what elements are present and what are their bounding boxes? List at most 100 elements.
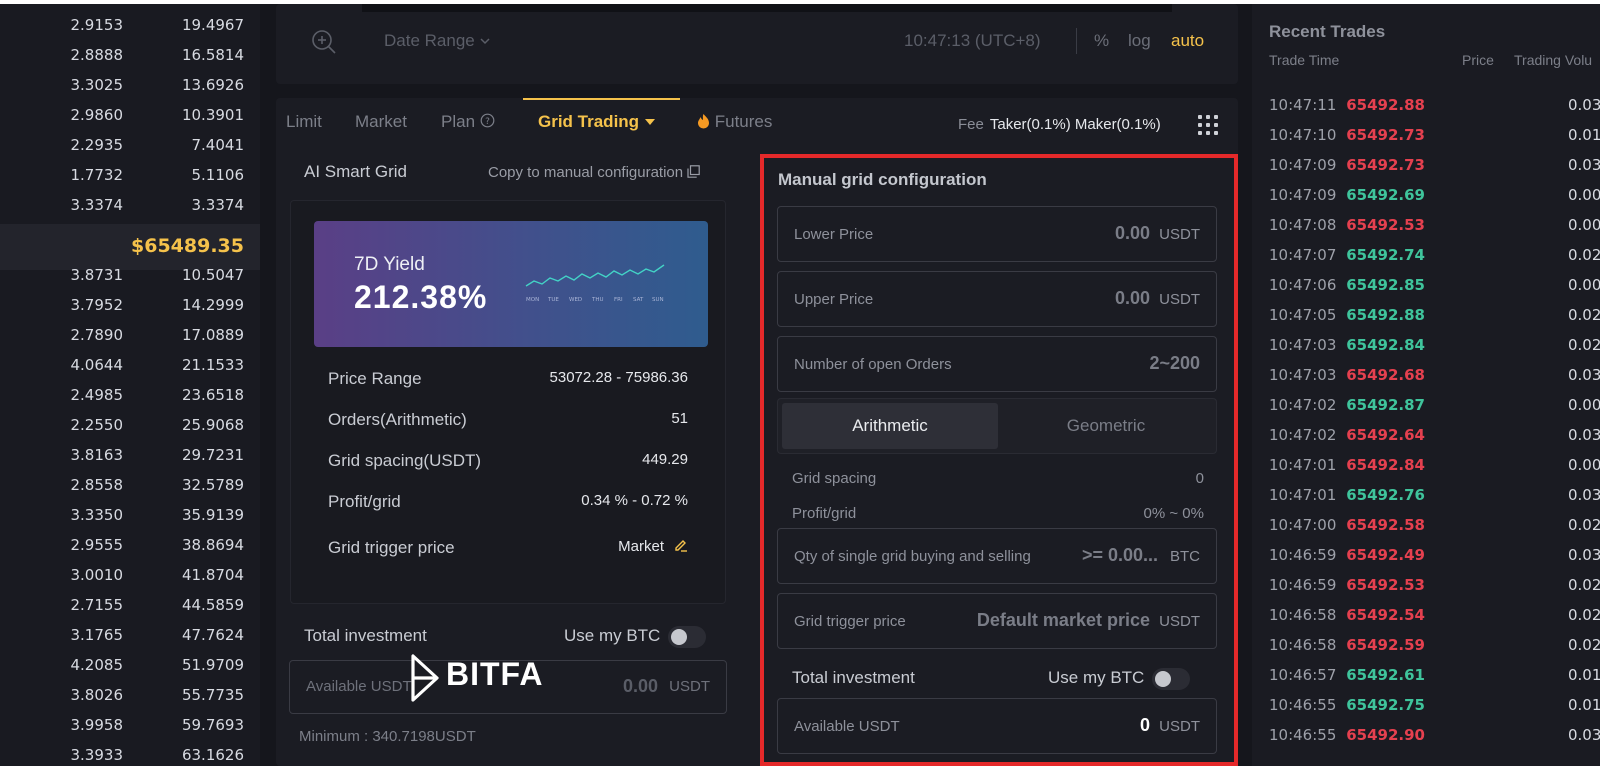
spark-day-sun: SUN [652, 297, 664, 303]
zoom-in-icon[interactable] [311, 29, 337, 60]
manual-available-usdt-input[interactable]: Available USDT 0 USDT [777, 698, 1217, 754]
trigger-price-value[interactable]: Market [618, 538, 688, 556]
trade-row: 10:47:11 65492.88 0.03 [1252, 90, 1600, 120]
bid-row[interactable]: 3.8163 29.7231 [0, 440, 260, 470]
arithmetic-option[interactable]: Arithmetic [782, 403, 998, 449]
ask-row[interactable]: 2.9860 10.3901 [0, 100, 260, 130]
fee-value: Taker(0.1%) Maker(0.1%) [989, 116, 1161, 133]
trade-row: 10:47:07 65492.74 0.02 [1252, 240, 1600, 270]
log-scale-toggle[interactable]: log [1128, 31, 1151, 51]
ask-row[interactable]: 3.3025 13.6926 [0, 70, 260, 100]
ask-amount: 2.9153 [70, 16, 124, 34]
bid-row[interactable]: 3.7952 14.2999 [0, 290, 260, 320]
geometric-option[interactable]: Geometric [998, 403, 1214, 449]
trade-price: 65492.76 [1346, 486, 1425, 504]
bid-row[interactable]: 3.9958 59.7693 [0, 710, 260, 740]
apps-grid-icon[interactable] [1198, 115, 1218, 135]
bid-total: 17.0889 [181, 326, 244, 344]
percent-scale-toggle[interactable]: % [1094, 31, 1109, 51]
trigger-price-text: Market [618, 538, 664, 555]
tab-plan[interactable]: Plan ? [441, 112, 495, 132]
tab-grid-trading[interactable]: Grid Trading [538, 112, 656, 132]
bid-row[interactable]: 2.7155 44.5859 [0, 590, 260, 620]
qty-single-grid-input[interactable]: Qty of single grid buying and selling >=… [777, 528, 1217, 584]
bid-row[interactable]: 3.3933 63.1626 [0, 740, 260, 766]
lower-price-input[interactable]: Lower Price 0.00 USDT [777, 206, 1217, 262]
trigger-price-row: Grid trigger price Market [328, 538, 688, 562]
trade-time: 10:47:10 [1269, 126, 1337, 144]
flame-icon [697, 112, 710, 131]
use-my-btc-toggle[interactable] [668, 626, 706, 648]
manual-use-my-btc-toggle[interactable] [1152, 668, 1190, 690]
bid-row[interactable]: 2.2550 25.9068 [0, 410, 260, 440]
ask-row[interactable]: 2.9153 19.4967 [0, 10, 260, 40]
orders-value: 51 [671, 410, 688, 427]
profit-grid-value: 0.34 % - 0.72 % [581, 492, 688, 509]
bid-row[interactable]: 2.9555 38.8694 [0, 530, 260, 560]
bid-row[interactable]: 2.4985 23.6518 [0, 380, 260, 410]
spark-day-fri: FRI [614, 297, 623, 303]
trade-row: 10:47:02 65492.64 0.03 [1252, 420, 1600, 450]
recent-trades: Recent Trades Trade Time Price Trading V… [1252, 4, 1600, 766]
bid-row[interactable]: 3.8731 10.5047 [0, 260, 260, 290]
ask-total: 16.5814 [181, 46, 244, 64]
grid-mode-toggle: Arithmetic Geometric [777, 398, 1217, 454]
auto-scale-toggle[interactable]: auto [1171, 31, 1204, 51]
bid-total: 47.7624 [181, 626, 244, 644]
spark-day-wed: WED [569, 297, 582, 303]
bid-row[interactable]: 2.7890 17.0889 [0, 320, 260, 350]
trade-time: 10:47:06 [1269, 276, 1337, 294]
bid-amount: 3.0010 [70, 566, 124, 584]
bid-row[interactable]: 3.8026 55.7735 [0, 680, 260, 710]
ask-row[interactable]: 1.7732 5.1106 [0, 160, 260, 190]
manual-trigger-price-input[interactable]: Grid trigger price Default market price … [777, 593, 1217, 649]
bid-row[interactable]: 3.3350 35.9139 [0, 500, 260, 530]
tab-limit[interactable]: Limit [286, 112, 322, 132]
ask-total: 19.4967 [181, 16, 244, 34]
tab-futures[interactable]: Futures [697, 112, 772, 132]
ask-total: 13.6926 [181, 76, 244, 94]
trade-price: 65492.75 [1346, 696, 1425, 714]
bid-amount: 3.3933 [70, 746, 124, 764]
grid-spacing-row: Grid spacing(USDT) 449.29 [328, 451, 688, 475]
bid-row[interactable]: 4.0644 21.1533 [0, 350, 260, 380]
yield-value: 212.38% [354, 279, 488, 315]
ai-smart-grid-title: AI Smart Grid [304, 162, 407, 181]
date-range-select[interactable]: Date Range [384, 31, 491, 51]
bid-amount: 2.8558 [70, 476, 124, 494]
trade-price: 65492.84 [1346, 336, 1425, 354]
manual-profit-grid-value: 0% ~ 0% [1143, 505, 1204, 522]
bid-row[interactable]: 2.8558 32.5789 [0, 470, 260, 500]
lower-price-label: Lower Price [794, 226, 874, 243]
ask-amount: 3.3025 [70, 76, 124, 94]
ask-row[interactable]: 2.8888 16.5814 [0, 40, 260, 70]
trade-price: 65492.88 [1346, 306, 1425, 324]
trade-time: 10:47:02 [1269, 426, 1337, 444]
trade-price: 65492.84 [1346, 456, 1425, 474]
fee-label: Fee [958, 116, 984, 133]
ask-row[interactable]: 3.3374 3.3374 [0, 190, 260, 220]
bid-amount: 2.7890 [70, 326, 124, 344]
pencil-icon[interactable] [674, 538, 688, 556]
bid-total: 32.5789 [181, 476, 244, 494]
bid-row[interactable]: 4.2085 51.9709 [0, 650, 260, 680]
manual-trigger-price-unit: USDT [1159, 613, 1200, 630]
minimum-investment: Minimum : 340.7198USDT [299, 728, 476, 745]
upper-price-label: Upper Price [794, 291, 874, 308]
upper-price-input[interactable]: Upper Price 0.00 USDT [777, 271, 1217, 327]
bid-amount: 3.8163 [70, 446, 124, 464]
fee-info: Fee Taker(0.1%) Maker(0.1%) [958, 116, 1161, 133]
price-range-value: 53072.28 - 75986.36 [549, 369, 688, 386]
use-my-btc-label: Use my BTC [564, 626, 661, 645]
bid-row[interactable]: 3.1765 47.7624 [0, 620, 260, 650]
header-price: Price [1462, 52, 1494, 68]
ask-row[interactable]: 2.2935 7.4041 [0, 130, 260, 160]
manual-available-usdt-value: 0 [1139, 715, 1150, 735]
tab-market[interactable]: Market [355, 112, 407, 132]
trade-volume: 0.03 [1568, 486, 1600, 504]
open-orders-input[interactable]: Number of open Orders 2~200 [777, 336, 1217, 392]
copy-to-manual-link[interactable]: Copy to manual configuration [488, 164, 701, 181]
trade-row: 10:47:10 65492.73 0.01 [1252, 120, 1600, 150]
bid-amount: 3.3350 [70, 506, 124, 524]
bid-row[interactable]: 3.0010 41.8704 [0, 560, 260, 590]
